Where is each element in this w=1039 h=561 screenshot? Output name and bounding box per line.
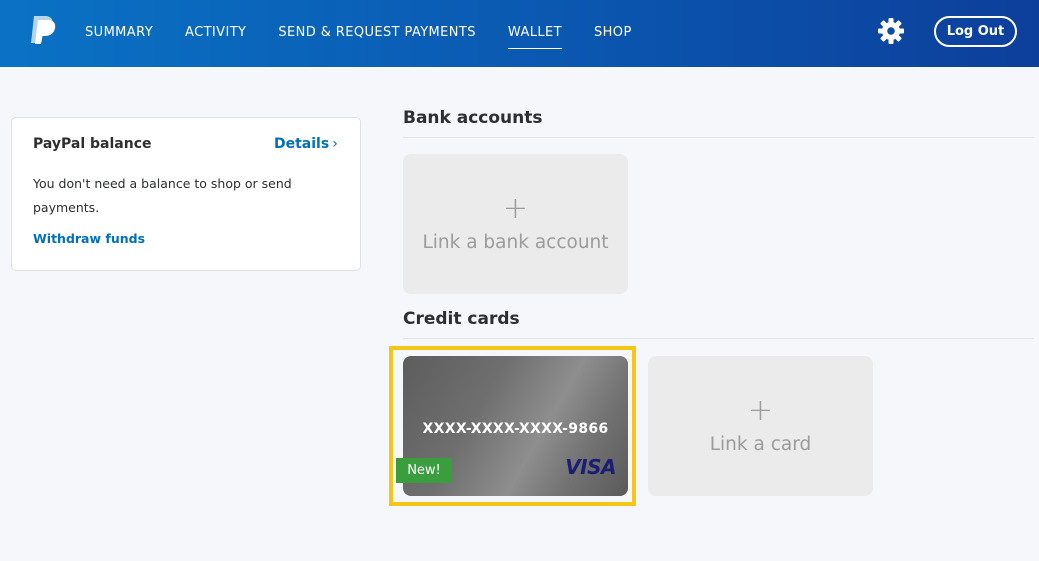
link-card-label: Link a card <box>709 434 812 455</box>
balance-description: You don't need a balance to shop or send… <box>33 176 292 215</box>
plus-icon: + <box>502 191 529 226</box>
nav-wallet[interactable]: WALLET <box>507 0 563 67</box>
paypal-logo[interactable] <box>28 15 56 45</box>
chevron-right-icon[interactable]: › <box>332 136 338 152</box>
logout-button[interactable]: Log Out <box>934 16 1017 47</box>
bank-accounts-heading: Bank accounts <box>403 108 543 128</box>
link-bank-account-tile[interactable]: + Link a bank account <box>403 154 628 294</box>
nav-activity[interactable]: ACTIVITY <box>185 0 246 67</box>
balance-title: PayPal balance <box>33 136 152 152</box>
nav-send-request-payments[interactable]: SEND & REQUEST PAYMENTS <box>278 0 476 67</box>
paypal-balance-card: PayPal balance Details › You don't need a… <box>11 117 361 271</box>
credit-cards-heading: Credit cards <box>403 309 520 329</box>
main-nav: SUMMARY ACTIVITY SEND & REQUEST PAYMENTS… <box>85 0 664 67</box>
gear-icon[interactable] <box>877 17 905 45</box>
plus-icon: + <box>747 393 774 428</box>
top-navigation-bar: SUMMARY ACTIVITY SEND & REQUEST PAYMENTS… <box>0 0 1039 67</box>
credit-cards-divider <box>403 338 1034 339</box>
details-label[interactable]: Details <box>274 136 329 152</box>
new-badge: New! <box>396 458 452 483</box>
nav-shop[interactable]: SHOP <box>594 0 632 67</box>
bank-accounts-divider <box>403 137 1034 138</box>
card-number: XXXX-XXXX-XXXX-9866 <box>422 421 609 437</box>
details-link[interactable]: Details › <box>274 136 338 152</box>
link-bank-account-label: Link a bank account <box>422 232 609 253</box>
visa-logo: VISA <box>565 455 616 479</box>
nav-summary[interactable]: SUMMARY <box>85 0 153 67</box>
withdraw-funds-link[interactable]: Withdraw funds <box>33 231 145 246</box>
link-card-tile[interactable]: + Link a card <box>648 356 873 496</box>
